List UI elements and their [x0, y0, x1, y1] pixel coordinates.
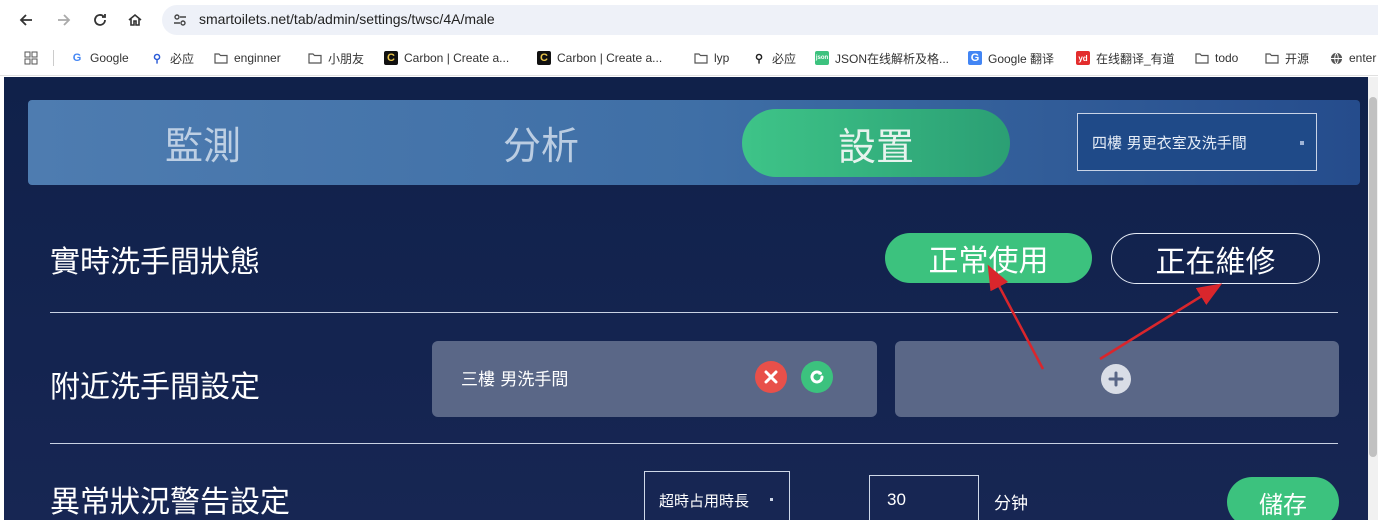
floor-select[interactable]: 四樓 男更衣室及洗手間 [1077, 113, 1317, 171]
section-divider [50, 443, 1338, 444]
main-tab-bar: 監測 分析 設置 四樓 男更衣室及洗手間 [28, 100, 1360, 185]
nearby-toilet-card: 三樓 男洗手間 [432, 341, 877, 417]
json-icon: json [815, 51, 829, 65]
bookmark-item[interactable]: enter [1329, 49, 1376, 67]
bookmark-item[interactable]: json JSON在线解析及格... [815, 49, 949, 67]
folder-icon [214, 51, 228, 65]
tab-analysis[interactable]: 分析 [446, 100, 636, 185]
bookmark-item[interactable]: todo [1195, 49, 1238, 67]
bookmarks-bar: G Google ⚲ 必应 enginner 小朋友 C Carbon | Cr… [0, 40, 1378, 76]
alert-type-select[interactable]: 超時占用時長 [644, 471, 790, 520]
bookmark-item[interactable]: enginner [214, 49, 281, 67]
google-icon: G [72, 52, 82, 64]
nearby-toilet-name: 三樓 男洗手間 [461, 370, 569, 390]
translate-icon: G [968, 51, 982, 65]
realtime-status-title: 實時洗手間狀態 [50, 245, 260, 280]
bookmark-item[interactable]: G Google [70, 49, 129, 67]
app-page: 監測 分析 設置 四樓 男更衣室及洗手間 實時洗手間狀態 正常使用 正在維修 附… [4, 77, 1378, 520]
delete-icon[interactable] [755, 361, 787, 393]
folder-icon [1195, 51, 1209, 65]
bookmark-separator [53, 50, 54, 66]
chevron-down-icon [1300, 141, 1304, 145]
plus-icon[interactable] [1101, 364, 1131, 394]
alert-type-select-value: 超時占用時長 [659, 492, 750, 510]
url-text: smartoilets.net/tab/admin/settings/twsc/… [199, 11, 495, 27]
youdao-icon: yd [1076, 51, 1090, 65]
bookmark-item[interactable]: lyp [694, 49, 729, 67]
save-button[interactable]: 儲存 [1227, 477, 1339, 520]
apps-grid-icon[interactable] [24, 49, 38, 67]
minutes-input[interactable]: 30 [869, 475, 979, 520]
refresh-icon[interactable] [801, 361, 833, 393]
search-icon: ⚲ [754, 52, 764, 65]
bookmark-item[interactable]: G Google 翻译 [968, 49, 1054, 67]
back-arrow-icon[interactable] [14, 8, 38, 32]
bookmark-item[interactable]: yd 在线翻译_有道 [1076, 49, 1175, 67]
folder-icon [1265, 51, 1279, 65]
forward-arrow-icon[interactable] [52, 8, 76, 32]
reload-icon[interactable] [88, 8, 112, 32]
bookmark-item[interactable]: ⚲ 必应 [150, 49, 194, 67]
carbon-icon: C [537, 51, 551, 65]
section-divider [50, 312, 1338, 313]
search-icon: ⚲ [152, 52, 162, 65]
bookmark-item[interactable]: 小朋友 [308, 49, 364, 67]
minutes-unit-label: 分钟 [994, 494, 1028, 514]
globe-icon [1329, 51, 1343, 65]
home-icon[interactable] [123, 8, 147, 32]
normal-use-button[interactable]: 正常使用 [885, 233, 1092, 283]
folder-icon [694, 51, 708, 65]
page-scrollbar[interactable] [1368, 77, 1378, 520]
abnormal-alert-title: 異常狀況警告設定 [50, 485, 290, 520]
scrollbar-thumb[interactable] [1369, 97, 1377, 457]
tab-settings[interactable]: 設置 [742, 109, 1010, 177]
site-settings-icon[interactable] [172, 12, 188, 28]
under-repair-button[interactable]: 正在維修 [1111, 233, 1320, 284]
chevron-down-icon [770, 498, 773, 501]
bookmark-item[interactable]: 开源 [1265, 49, 1309, 67]
tab-monitor[interactable]: 監測 [108, 100, 298, 185]
nearby-toilet-title: 附近洗手間設定 [50, 370, 260, 405]
browser-toolbar: smartoilets.net/tab/admin/settings/twsc/… [0, 0, 1378, 40]
floor-select-value: 四樓 男更衣室及洗手間 [1092, 133, 1247, 152]
bookmark-item[interactable]: C Carbon | Create a... [537, 49, 662, 67]
folder-icon [308, 51, 322, 65]
address-bar[interactable]: smartoilets.net/tab/admin/settings/twsc/… [162, 5, 1378, 35]
add-nearby-toilet-card[interactable] [895, 341, 1339, 417]
bookmark-item[interactable]: ⚲ 必应 [752, 49, 796, 67]
bookmark-item[interactable]: C Carbon | Create a... [384, 49, 509, 67]
carbon-icon: C [384, 51, 398, 65]
